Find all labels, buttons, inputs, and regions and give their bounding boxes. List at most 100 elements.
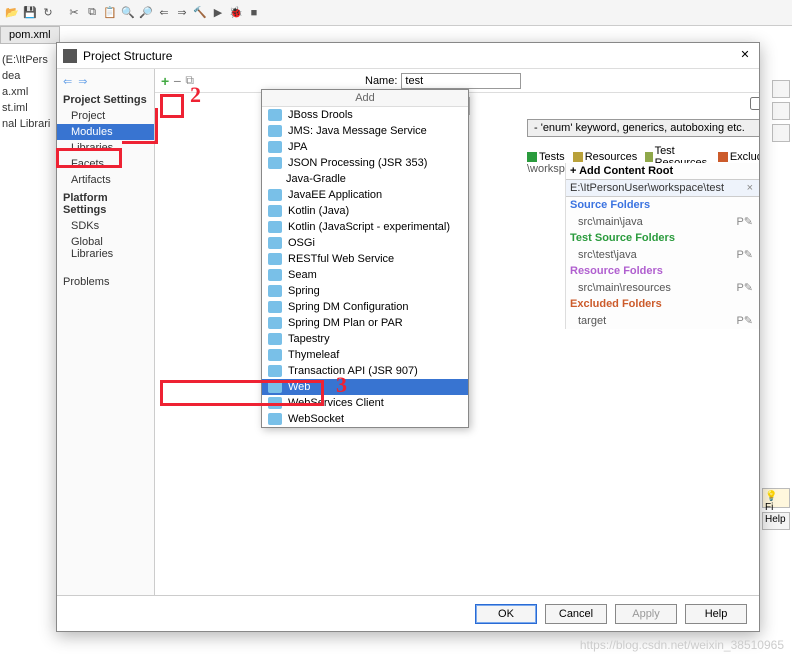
sidebar-item-facets[interactable]: Facets: [57, 156, 154, 172]
popup-item[interactable]: Spring: [262, 283, 468, 299]
edit-icon[interactable]: P✎: [734, 248, 755, 261]
sidebar-item-project[interactable]: Project: [57, 108, 154, 124]
back-icon[interactable]: ⇐: [156, 5, 172, 21]
content-roots-panel: + Add Content Root E:\ItPersonUser\works…: [565, 163, 759, 329]
sidebar-item-sdks[interactable]: SDKs: [57, 218, 154, 234]
framework-icon: [268, 285, 282, 297]
debug-icon[interactable]: 🐞: [228, 5, 244, 21]
build-icon[interactable]: 🔨: [192, 5, 208, 21]
popup-item[interactable]: JMS: Java Message Service: [262, 123, 468, 139]
folder-group-header: Resource Folders: [566, 263, 759, 279]
popup-item[interactable]: JSON Processing (JSR 353): [262, 155, 468, 171]
gutter-icon[interactable]: [772, 102, 790, 120]
popup-item[interactable]: Spring DM Plan or PAR: [262, 315, 468, 331]
popup-title: Add: [262, 90, 468, 107]
popup-item-label: Thymeleaf: [288, 349, 339, 361]
popup-item[interactable]: Kotlin (Java): [262, 203, 468, 219]
sidebar-item-global-libs[interactable]: Global Libraries: [57, 234, 154, 262]
popup-item[interactable]: Kotlin (JavaScript - experimental): [262, 219, 468, 235]
folder-path[interactable]: src\test\javaP✎: [566, 246, 759, 263]
popup-item[interactable]: Thymeleaf: [262, 347, 468, 363]
gutter-icon[interactable]: [772, 124, 790, 142]
edit-icon[interactable]: P✎: [734, 314, 755, 327]
popup-item[interactable]: JBoss Drools: [262, 107, 468, 123]
sidebar-item-modules[interactable]: Modules: [57, 124, 154, 140]
popup-item-label: WebSocket: [288, 413, 344, 425]
sidebar-item-problems[interactable]: Problems: [57, 274, 154, 290]
folder-path[interactable]: src\main\resourcesP✎: [566, 279, 759, 296]
popup-item-label: Kotlin (JavaScript - experimental): [288, 221, 450, 233]
framework-icon: [268, 157, 282, 169]
add-content-root[interactable]: + Add Content Root: [566, 163, 759, 179]
paste-icon[interactable]: 📋: [102, 5, 118, 21]
apply-button[interactable]: Apply: [615, 604, 677, 624]
watermark: https://blog.csdn.net/weixin_38510965: [580, 638, 784, 652]
save-icon[interactable]: 💾: [22, 5, 38, 21]
popup-item-label: Tapestry: [288, 333, 330, 345]
framework-icon: [268, 413, 282, 425]
popup-item-label: JMS: Java Message Service: [288, 125, 427, 137]
popup-item[interactable]: Spring DM Configuration: [262, 299, 468, 315]
find-hint[interactable]: 💡 Fi: [762, 488, 790, 508]
share-checkbox[interactable]: Shar: [750, 97, 759, 113]
framework-icon: [268, 381, 282, 393]
nav-back-icon[interactable]: ⇐: [63, 75, 72, 88]
cancel-button[interactable]: Cancel: [545, 604, 607, 624]
popup-item-label: OSGi: [288, 237, 315, 249]
refresh-icon[interactable]: ↻: [40, 5, 56, 21]
folder-group-header: Test Source Folders: [566, 230, 759, 246]
popup-item-label: Transaction API (JSR 907): [288, 365, 418, 377]
popup-item[interactable]: Transaction API (JSR 907): [262, 363, 468, 379]
popup-item[interactable]: Seam: [262, 267, 468, 283]
remove-button[interactable]: −: [173, 73, 181, 89]
copy-icon[interactable]: ⧉: [84, 5, 100, 21]
sidebar: ⇐ ⇒ Project Settings Project Modules Lib…: [57, 69, 155, 595]
popup-item[interactable]: Web: [262, 379, 468, 395]
framework-icon: [268, 221, 282, 233]
popup-item-label: WebServices Client: [288, 397, 384, 409]
close-button[interactable]: ✕: [737, 48, 753, 64]
share-check[interactable]: [750, 97, 759, 110]
folder-path[interactable]: targetP✎: [566, 312, 759, 329]
dialog-buttons: OK Cancel Apply Help: [57, 595, 759, 631]
open-icon[interactable]: 📂: [4, 5, 20, 21]
popup-item-label: JBoss Drools: [288, 109, 353, 121]
sidebar-item-artifacts[interactable]: Artifacts: [57, 172, 154, 188]
popup-item[interactable]: Java-Gradle: [262, 171, 468, 187]
cut-icon[interactable]: ✂: [66, 5, 82, 21]
run-icon[interactable]: ▶: [210, 5, 226, 21]
gutter-icon[interactable]: [772, 80, 790, 98]
stop-icon[interactable]: ■: [246, 5, 262, 21]
popup-item[interactable]: RESTful Web Service: [262, 251, 468, 267]
popup-item-label: JavaEE Application: [288, 189, 382, 201]
popup-item-label: RESTful Web Service: [288, 253, 394, 265]
add-button[interactable]: +: [161, 73, 169, 89]
sidebar-nav: ⇐ ⇒: [57, 73, 154, 90]
framework-icon: [268, 397, 282, 409]
edit-icon[interactable]: P✎: [734, 215, 755, 228]
editor-tab[interactable]: pom.xml: [0, 26, 60, 44]
popup-item[interactable]: WebServices Client: [262, 395, 468, 411]
remove-root-icon[interactable]: ×: [745, 182, 755, 194]
popup-item[interactable]: Tapestry: [262, 331, 468, 347]
zoom-in-icon[interactable]: 🔍: [120, 5, 136, 21]
help-hint[interactable]: Help: [762, 512, 790, 530]
center-pane: + − ⧉ Name: x pendencies - 'enum' keywor…: [155, 69, 759, 595]
name-input[interactable]: [401, 73, 521, 89]
folder-path[interactable]: src\main\javaP✎: [566, 213, 759, 230]
nav-fwd-icon[interactable]: ⇒: [78, 75, 87, 88]
help-button[interactable]: Help: [685, 604, 747, 624]
edit-icon[interactable]: P✎: [734, 281, 755, 294]
ok-button[interactable]: OK: [475, 604, 537, 624]
popup-item-label: Web: [288, 381, 310, 393]
popup-item[interactable]: OSGi: [262, 235, 468, 251]
popup-item[interactable]: JavaEE Application: [262, 187, 468, 203]
zoom-out-icon[interactable]: 🔎: [138, 5, 154, 21]
framework-icon: [268, 109, 282, 121]
language-level-select[interactable]: - 'enum' keyword, generics, autoboxing e…: [527, 119, 759, 137]
popup-item[interactable]: WebSocket: [262, 411, 468, 427]
fwd-icon[interactable]: ⇒: [174, 5, 190, 21]
content-root-path[interactable]: E:\ItPersonUser\workspace\test ×: [566, 179, 759, 197]
add-framework-popup: Add JBoss Drools JMS: Java Message Servic…: [261, 89, 469, 428]
popup-item[interactable]: JPA: [262, 139, 468, 155]
